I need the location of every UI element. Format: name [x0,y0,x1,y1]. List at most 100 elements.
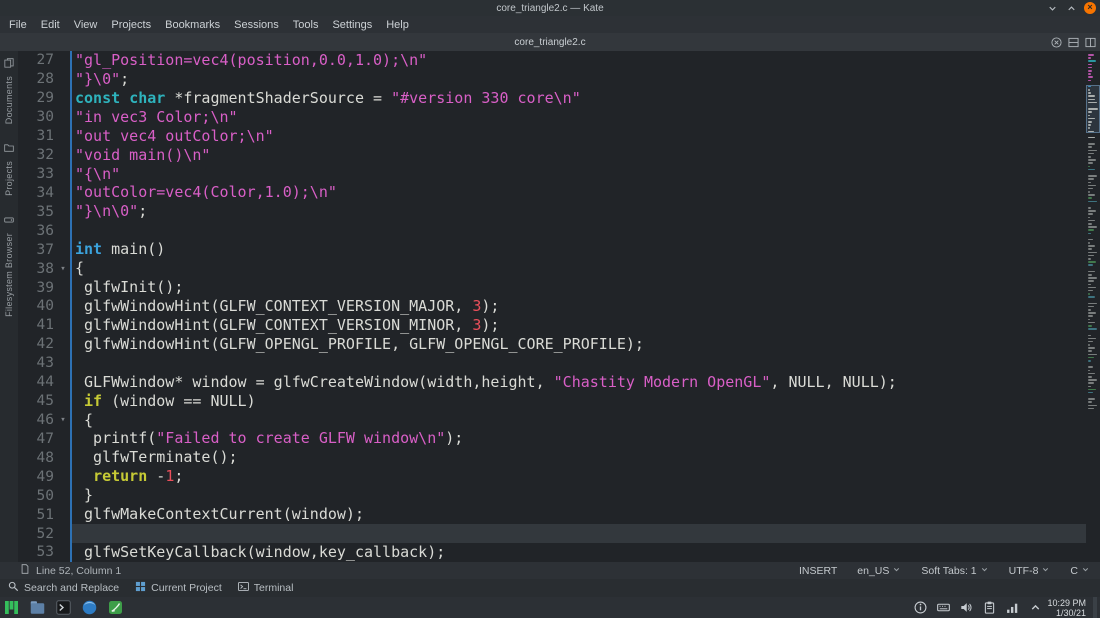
maximize-button[interactable] [1065,2,1077,14]
code-line-46[interactable]: { [72,411,1086,430]
volume-icon[interactable] [959,601,973,615]
show-desktop-button[interactable] [1093,597,1097,618]
status-mode[interactable]: INSERT [799,565,837,577]
gutter-line-50[interactable]: 50 [18,486,70,505]
gutter-line-30[interactable]: 30 [18,108,70,127]
code-line-34[interactable]: "outColor=vec4(Color,1.0);\n" [72,183,1086,202]
gutter-line-28[interactable]: 28 [18,70,70,89]
code-line-51[interactable]: glfwMakeContextCurrent(window); [72,505,1086,524]
code-line-35[interactable]: "}\n\0"; [72,202,1086,221]
close-document-icon[interactable] [1051,37,1062,48]
gutter-line-52[interactable]: 52 [18,524,70,543]
sidebar-item-filesystem-browser[interactable]: Filesystem Browser [4,212,14,317]
close-button[interactable]: × [1084,2,1096,14]
tray-expand-icon[interactable] [1028,601,1042,615]
tab-core-triangle2[interactable]: core_triangle2.c [0,37,1100,48]
fold-marker-icon[interactable]: ▾ [56,415,70,425]
menu-settings[interactable]: Settings [325,19,379,31]
gutter-line-43[interactable]: 43 [18,354,70,373]
code-area[interactable]: "gl_Position=vec4(position,0.0,1.0);\n""… [70,51,1086,562]
menu-bookmarks[interactable]: Bookmarks [158,19,227,31]
network-icon[interactable] [1005,601,1019,615]
gutter-line-31[interactable]: 31 [18,127,70,146]
line-number-gutter[interactable]: 272829303132333435363738▾394041424344454… [18,51,70,562]
code-line-41[interactable]: glfwWindowHint(GLFW_CONTEXT_VERSION_MINO… [72,316,1086,335]
sidebar-item-projects[interactable]: Projects [4,140,14,196]
gutter-line-47[interactable]: 47 [18,429,70,448]
clock[interactable]: 10:29 PM 1/30/21 [1047,598,1086,618]
gutter-line-46[interactable]: 46▾ [18,411,70,430]
current-project-button[interactable]: Current Project [135,581,222,595]
gutter-line-27[interactable]: 27 [18,51,70,70]
gutter-line-38[interactable]: 38▾ [18,259,70,278]
menu-edit[interactable]: Edit [34,19,67,31]
gutter-line-41[interactable]: 41 [18,316,70,335]
code-line-36[interactable] [72,221,1086,240]
code-line-48[interactable]: glfwTerminate(); [72,448,1086,467]
code-line-40[interactable]: glfwWindowHint(GLFW_CONTEXT_VERSION_MAJO… [72,297,1086,316]
gutter-line-53[interactable]: 53 [18,543,70,562]
code-line-50[interactable]: } [72,486,1086,505]
code-line-28[interactable]: "}\0"; [72,70,1086,89]
gutter-line-29[interactable]: 29 [18,89,70,108]
menu-file[interactable]: File [2,19,34,31]
menu-help[interactable]: Help [379,19,416,31]
gutter-line-32[interactable]: 32 [18,146,70,165]
code-line-45[interactable]: if (window == NULL) [72,392,1086,411]
code-line-30[interactable]: "in vec3 Color;\n" [72,108,1086,127]
status-dictionary[interactable]: en_US [857,565,901,577]
kate-icon[interactable] [107,599,124,616]
code-line-38[interactable]: { [72,259,1086,278]
keyboard-layout-icon[interactable] [936,601,950,615]
sidebar-item-documents[interactable]: Documents [4,55,14,124]
menu-projects[interactable]: Projects [104,19,158,31]
code-line-52[interactable] [72,524,1086,543]
code-line-33[interactable]: "{\n" [72,165,1086,184]
code-line-43[interactable] [72,354,1086,373]
terminal-button[interactable]: Terminal [238,581,294,595]
code-line-42[interactable]: glfwWindowHint(GLFW_OPENGL_PROFILE, GLFW… [72,335,1086,354]
code-line-31[interactable]: "out vec4 outColor;\n" [72,127,1086,146]
gutter-line-42[interactable]: 42 [18,335,70,354]
minimize-button[interactable] [1046,2,1058,14]
split-horizontal-icon[interactable] [1068,37,1079,48]
terminal-launcher-icon[interactable] [55,599,72,616]
gutter-line-49[interactable]: 49 [18,467,70,486]
app-launcher-icon[interactable] [3,599,20,616]
clipboard-icon[interactable] [982,601,996,615]
tray-info-icon[interactable] [913,601,927,615]
gutter-line-37[interactable]: 37 [18,240,70,259]
menu-tools[interactable]: Tools [286,19,326,31]
code-line-27[interactable]: "gl_Position=vec4(position,0.0,1.0);\n" [72,51,1086,70]
code-line-39[interactable]: glfwInit(); [72,278,1086,297]
gutter-line-33[interactable]: 33 [18,165,70,184]
gutter-line-45[interactable]: 45 [18,392,70,411]
gutter-line-34[interactable]: 34 [18,183,70,202]
code-line-49[interactable]: return -1; [72,467,1086,486]
code-line-37[interactable]: int main() [72,240,1086,259]
split-vertical-icon[interactable] [1085,37,1096,48]
menu-view[interactable]: View [67,19,105,31]
search-and-replace-button[interactable]: Search and Replace [8,581,119,595]
menu-sessions[interactable]: Sessions [227,19,286,31]
gutter-line-35[interactable]: 35 [18,202,70,221]
file-manager-icon[interactable] [29,599,46,616]
code-line-29[interactable]: const char *fragmentShaderSource = "#ver… [72,89,1086,108]
fold-marker-icon[interactable]: ▾ [56,264,70,274]
gutter-line-39[interactable]: 39 [18,278,70,297]
status-tab-mode[interactable]: Soft Tabs: 1 [921,565,988,577]
gutter-line-40[interactable]: 40 [18,297,70,316]
code-line-44[interactable]: GLFWwindow* window = glfwCreateWindow(wi… [72,373,1086,392]
code-line-47[interactable]: printf("Failed to create GLFW window\n")… [72,429,1086,448]
minimap[interactable] [1086,51,1100,562]
browser-icon[interactable] [81,599,98,616]
code-line-32[interactable]: "void main()\n" [72,146,1086,165]
status-syntax[interactable]: C [1070,565,1090,577]
gutter-line-36[interactable]: 36 [18,221,70,240]
gutter-line-48[interactable]: 48 [18,448,70,467]
gutter-line-44[interactable]: 44 [18,373,70,392]
code-line-53[interactable]: glfwSetKeyCallback(window,key_callback); [72,543,1086,562]
gutter-line-51[interactable]: 51 [18,505,70,524]
status-encoding[interactable]: UTF-8 [1009,565,1051,577]
titlebar[interactable]: core_triangle2.c — Kate × [0,0,1100,16]
